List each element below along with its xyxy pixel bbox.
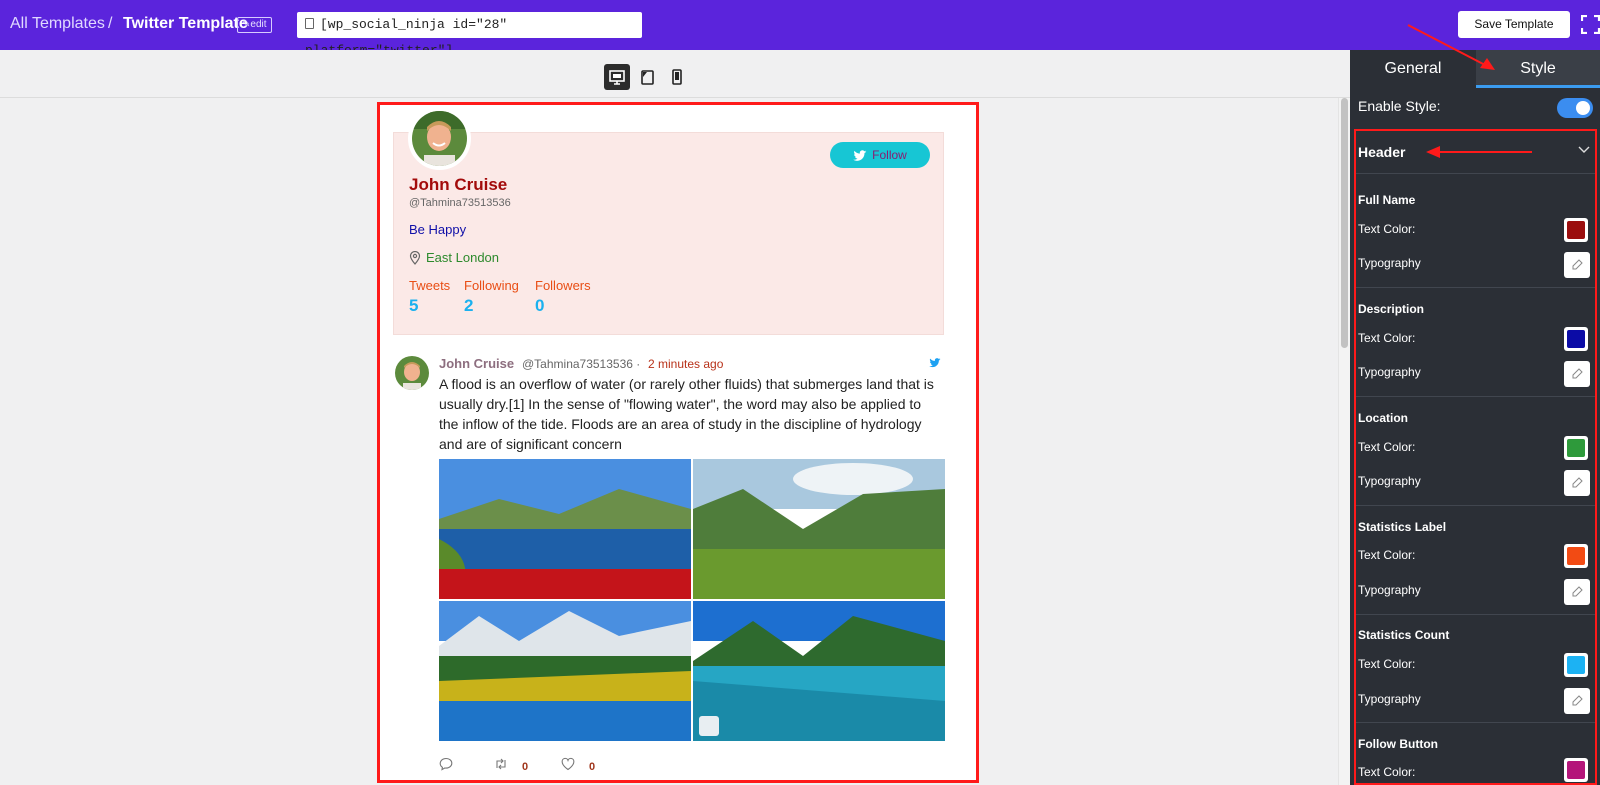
enable-style-toggle[interactable] (1557, 98, 1593, 118)
preview-scrollbar[interactable] (1338, 98, 1350, 785)
full-name-typography-button[interactable] (1564, 252, 1590, 278)
document-icon (305, 18, 314, 29)
divider (1356, 396, 1595, 397)
section-title-location: Location (1358, 411, 1408, 425)
divider (1356, 505, 1595, 506)
location-swatch-fill (1567, 439, 1585, 457)
desktop-icon (609, 70, 625, 85)
full-name-text-color-label: Text Color: (1358, 222, 1416, 236)
breadcrumb-all-templates[interactable]: All Templates (10, 15, 105, 33)
divider (1356, 614, 1595, 615)
description-typography-label: Typography (1358, 365, 1421, 379)
tablet-icon (641, 70, 654, 85)
edit-icon (1572, 368, 1583, 379)
divider (1356, 287, 1595, 288)
stats-label-color-swatch[interactable] (1564, 544, 1588, 568)
annotation-highlight-preview (377, 102, 979, 783)
mobile-icon (672, 69, 682, 85)
edit-title-button[interactable]: ✎edit (237, 17, 272, 33)
save-template-button[interactable]: Save Template (1458, 11, 1570, 38)
description-typography-button[interactable] (1564, 361, 1590, 387)
follow-button-swatch-fill (1567, 761, 1585, 779)
divider (1356, 173, 1595, 174)
follow-button-text-color-label: Text Color: (1358, 765, 1416, 779)
section-title-statistics-count: Statistics Count (1358, 628, 1450, 642)
edit-icon (1572, 477, 1583, 488)
location-text-color-label: Text Color: (1358, 440, 1416, 454)
location-typography-label: Typography (1358, 474, 1421, 488)
mobile-view-button[interactable] (664, 64, 690, 90)
stats-count-typography-label: Typography (1358, 692, 1421, 706)
stats-count-swatch-fill (1567, 656, 1585, 674)
breadcrumb-current-template: Twitter Template (123, 15, 248, 32)
desktop-view-button[interactable] (604, 64, 630, 90)
section-title-full-name: Full Name (1358, 193, 1416, 207)
edit-icon (1572, 695, 1583, 706)
follow-button-color-swatch[interactable] (1564, 758, 1588, 782)
location-typography-button[interactable] (1564, 470, 1590, 496)
header-section-title[interactable]: Header (1358, 144, 1405, 160)
description-swatch-fill (1567, 330, 1585, 348)
section-title-description: Description (1358, 302, 1425, 316)
full-name-color-swatch[interactable] (1564, 218, 1588, 242)
stats-count-typography-button[interactable] (1564, 688, 1590, 714)
tab-general[interactable]: General (1350, 50, 1476, 88)
stats-label-typography-button[interactable] (1564, 579, 1590, 605)
edit-label: edit (250, 19, 267, 30)
full-name-typography-label: Typography (1358, 256, 1421, 270)
stats-count-color-swatch[interactable] (1564, 653, 1588, 677)
edit-icon (1572, 586, 1583, 597)
description-color-swatch[interactable] (1564, 327, 1588, 351)
scrollbar-thumb[interactable] (1341, 98, 1348, 348)
location-color-swatch[interactable] (1564, 436, 1588, 460)
description-text-color-label: Text Color: (1358, 331, 1416, 345)
stats-label-swatch-fill (1567, 547, 1585, 565)
fullscreen-icon[interactable] (1581, 15, 1600, 34)
tablet-view-button[interactable] (634, 64, 660, 90)
breadcrumb-separator: / (108, 15, 113, 32)
divider (1356, 722, 1595, 723)
enable-style-label: Enable Style: (1358, 98, 1441, 114)
shortcode-field[interactable]: [wp_social_ninja id="28" platform="twitt… (297, 12, 642, 58)
top-bar: All Templates / Twitter Template ✎edit [… (0, 0, 1600, 58)
section-title-follow-button: Follow Button (1358, 737, 1438, 751)
tab-style[interactable]: Style (1476, 50, 1600, 88)
full-name-swatch-fill (1567, 221, 1585, 239)
stats-label-typography-label: Typography (1358, 583, 1421, 597)
chevron-down-icon[interactable] (1578, 146, 1590, 154)
stats-label-text-color-label: Text Color: (1358, 548, 1416, 562)
section-title-statistics-label: Statistics Label (1358, 520, 1447, 534)
stats-count-text-color-label: Text Color: (1358, 657, 1416, 671)
edit-icon (1572, 259, 1583, 270)
